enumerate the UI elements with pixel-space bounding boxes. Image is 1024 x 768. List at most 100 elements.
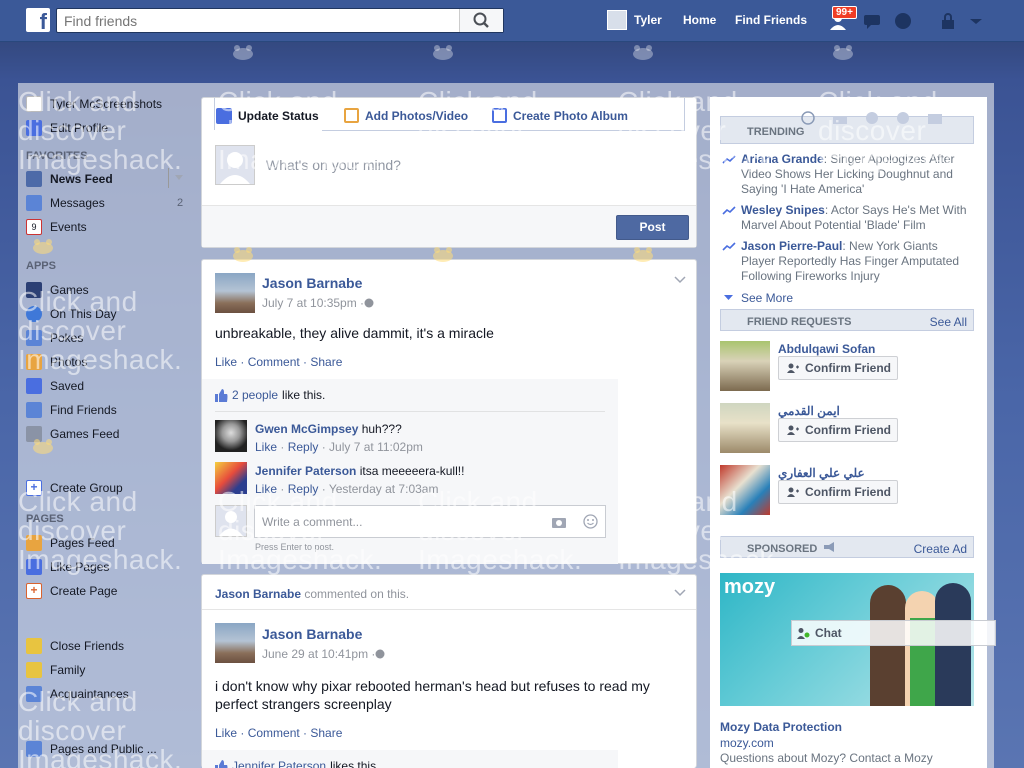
like-link[interactable]: Like: [215, 726, 237, 740]
sports-icon[interactable]: [896, 111, 910, 125]
sidebar-item-find-friends[interactable]: Find Friends: [26, 401, 117, 419]
likes-author-link[interactable]: Jennifer Paterson: [232, 759, 326, 768]
notifications-globe-icon[interactable]: [893, 12, 913, 30]
news-feed-chevron-down-icon[interactable]: [175, 175, 183, 181]
friend-request-avatar[interactable]: [720, 403, 770, 453]
friend-request-avatar[interactable]: [720, 465, 770, 515]
author-avatar[interactable]: [215, 273, 255, 313]
like-link[interactable]: Like: [215, 355, 237, 369]
post-options-chevron-down-icon[interactable]: [674, 276, 686, 284]
tab-add-photos[interactable]: Add Photos/Video: [344, 108, 468, 123]
home-link[interactable]: Home: [683, 13, 716, 27]
comment-timestamp[interactable]: Yesterday at 7:03am: [329, 482, 439, 496]
comment-timestamp[interactable]: July 7 at 11:02pm: [329, 440, 423, 454]
user-name-link[interactable]: Tyler: [634, 13, 662, 27]
post-button[interactable]: Post: [616, 215, 689, 240]
user-avatar[interactable]: [607, 10, 627, 30]
post-options-chevron-down-icon[interactable]: [674, 589, 686, 597]
sidebar-item-like-pages[interactable]: Like Pages: [26, 558, 109, 576]
comment-author-link[interactable]: Jennifer Paterson: [255, 464, 356, 478]
science-icon[interactable]: [865, 111, 879, 125]
trending-item[interactable]: Ariana Grande: Singer Apologizes After V…: [741, 152, 971, 197]
chat-bar[interactable]: Chat: [791, 620, 996, 646]
trending-item[interactable]: Wesley Snipes: Actor Says He's Met With …: [741, 203, 971, 233]
ad-url[interactable]: mozy.com: [720, 736, 774, 750]
sidebar-item-family[interactable]: Family: [26, 661, 85, 679]
sidebar-item-pokes[interactable]: Pokes: [26, 329, 83, 347]
comment-link[interactable]: Comment: [248, 355, 300, 369]
post-author-link[interactable]: Jason Barnabe: [262, 626, 362, 642]
comment-reply-link[interactable]: Reply: [288, 482, 319, 496]
see-more-link[interactable]: See More: [724, 291, 793, 305]
post-timestamp[interactable]: June 29 at 10:41pm ·: [262, 647, 375, 661]
tab-update-status[interactable]: Update Status: [216, 108, 319, 124]
composer-input[interactable]: What's on your mind?: [266, 157, 401, 173]
likes-count-link[interactable]: 2 people: [232, 388, 278, 402]
friend-request-avatar[interactable]: [720, 341, 770, 391]
tab-create-album[interactable]: Create Photo Album: [492, 108, 628, 123]
share-link[interactable]: Share: [310, 726, 342, 740]
trending-topic-link[interactable]: Ariana Grande: [741, 152, 824, 166]
comment-author-link[interactable]: Gwen McGimpsey: [255, 422, 358, 436]
sidebar-item-profile[interactable]: Tyler McScreenshots: [26, 95, 162, 113]
sidebar-item-edit-profile[interactable]: Edit Profile: [26, 119, 108, 137]
sidebar-item-pages-public[interactable]: Pages and Public ...: [26, 740, 157, 758]
friend-request-name[interactable]: ايمن القدمي: [778, 404, 840, 418]
emoji-icon[interactable]: [583, 514, 598, 529]
search-input[interactable]: [57, 9, 459, 32]
share-link[interactable]: Share: [310, 355, 342, 369]
confirm-friend-button[interactable]: Confirm Friend: [778, 480, 898, 504]
post-author-link[interactable]: Jason Barnabe: [262, 275, 362, 291]
sidebar-item-news-feed[interactable]: News Feed: [26, 170, 113, 188]
trending-top-icon[interactable]: [801, 111, 815, 125]
sidebar-item-games[interactable]: Games: [26, 281, 89, 299]
friend-request-name[interactable]: Abdulqawi Sofan: [778, 342, 875, 356]
find-friends-link[interactable]: Find Friends: [735, 13, 807, 27]
account-menu-chevron-down-icon[interactable]: [966, 12, 986, 30]
sidebar-item-events[interactable]: 9 Events: [26, 218, 87, 236]
entertainment-icon[interactable]: [927, 111, 943, 125]
ad-title-link[interactable]: Mozy Data Protection: [720, 720, 842, 734]
friend-request-name[interactable]: علي علي العفاري: [778, 466, 865, 480]
politics-icon[interactable]: [832, 112, 848, 124]
sidebar-item-close-friends[interactable]: Close Friends: [26, 637, 124, 655]
sidebar-item-on-this-day[interactable]: On This Day: [26, 305, 116, 323]
sidebar-item-games-feed[interactable]: Games Feed: [26, 425, 119, 443]
comment-input[interactable]: Write a comment...: [254, 505, 606, 538]
trending-topic-link[interactable]: Wesley Snipes: [741, 203, 825, 217]
commenter-avatar[interactable]: [215, 420, 247, 452]
messages-icon[interactable]: [862, 12, 882, 30]
news-feed-icon: [26, 171, 42, 187]
story-author-link[interactable]: Jason Barnabe: [215, 587, 301, 601]
camera-icon[interactable]: [551, 515, 567, 529]
sidebar-item-messages[interactable]: Messages: [26, 194, 105, 212]
sidebar-item-create-group[interactable]: + Create Group: [26, 479, 123, 497]
confirm-friend-button[interactable]: Confirm Friend: [778, 356, 898, 380]
public-globe-icon[interactable]: [364, 298, 374, 308]
sidebar-item-pages-feed[interactable]: Pages Feed: [26, 534, 115, 552]
confirm-friend-button[interactable]: Confirm Friend: [778, 418, 898, 442]
sidebar-item-label: Saved: [50, 379, 85, 393]
facebook-logo-icon[interactable]: f: [26, 8, 50, 32]
comment-reply-link[interactable]: Reply: [288, 440, 319, 454]
author-avatar[interactable]: [215, 623, 255, 663]
public-globe-icon[interactable]: [375, 649, 385, 659]
comment-link[interactable]: Comment: [248, 726, 300, 740]
create-ad-link[interactable]: Create Ad: [914, 542, 967, 556]
post-timestamp[interactable]: July 7 at 10:35pm ·: [262, 296, 364, 310]
comment-like-link[interactable]: Like: [255, 482, 277, 496]
trending-item[interactable]: Jason Pierre-Paul: New York Giants Playe…: [741, 239, 971, 284]
comment-like-link[interactable]: Like: [255, 440, 277, 454]
search-button[interactable]: [459, 9, 503, 32]
privacy-shortcuts-icon[interactable]: [940, 12, 960, 30]
sidebar-item-create-page[interactable]: + Create Page: [26, 582, 117, 600]
sidebar-item-label: Pages and Public ...: [50, 742, 157, 756]
search-icon: [473, 12, 489, 28]
sidebar-item-photos[interactable]: Photos: [26, 353, 87, 371]
commenter-avatar[interactable]: [215, 462, 247, 494]
see-all-link[interactable]: See All: [930, 315, 967, 329]
sidebar-item-saved[interactable]: Saved: [26, 377, 84, 395]
trending-topic-link[interactable]: Jason Pierre-Paul: [741, 239, 842, 253]
sidebar-item-acquaintances[interactable]: Acquaintances: [26, 685, 129, 703]
add-friend-icon: [787, 363, 799, 373]
